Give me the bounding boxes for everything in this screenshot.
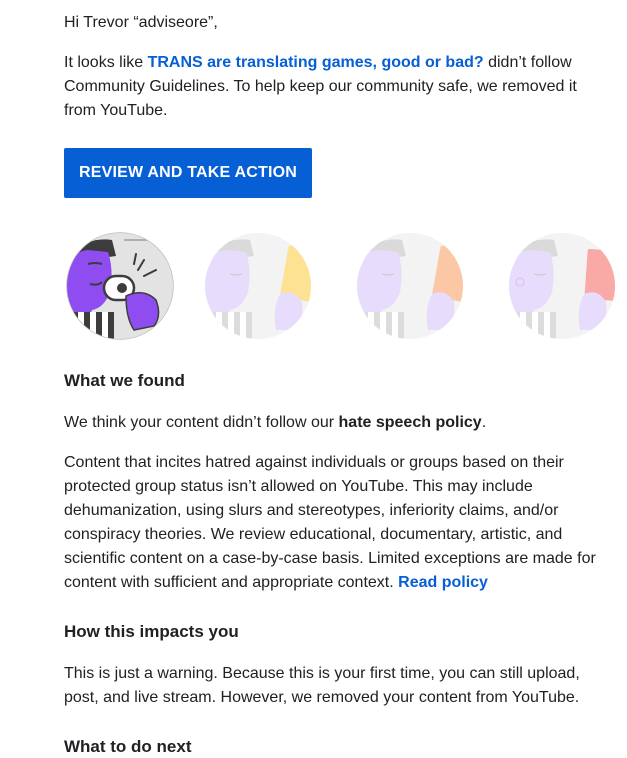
review-and-take-action-button[interactable]: REVIEW AND TAKE ACTION bbox=[64, 148, 312, 198]
policy-name: hate speech policy bbox=[338, 414, 482, 431]
policy-summary: We think your content didn’t follow our … bbox=[64, 411, 486, 435]
impact-text: This is just a warning. Because this is … bbox=[64, 665, 580, 706]
what-to-do-next-heading: What to do next bbox=[64, 737, 192, 756]
how-this-impacts-you-heading: How this impacts you bbox=[64, 622, 239, 641]
policy-details: Content that incites hatred against indi… bbox=[64, 451, 609, 595]
strike-illustrations bbox=[64, 230, 624, 342]
summary-text-after: . bbox=[481, 414, 487, 431]
intro-text-before: It looks like bbox=[64, 54, 148, 71]
orange-card-icon bbox=[357, 233, 463, 339]
intro-paragraph: It looks like TRANS are translating game… bbox=[64, 51, 604, 123]
yellow-card-icon bbox=[205, 233, 311, 339]
referee-whistle-icon bbox=[66, 232, 174, 340]
greeting: Hi Trevor “adviseore”, bbox=[64, 14, 218, 31]
read-policy-link[interactable]: Read policy bbox=[398, 574, 488, 591]
red-card-icon bbox=[509, 233, 615, 339]
what-we-found-heading: What we found bbox=[64, 371, 185, 390]
summary-text-before: We think your content didn’t follow our bbox=[64, 414, 339, 431]
video-title-link[interactable]: TRANS are translating games, good or bad… bbox=[148, 54, 484, 71]
policy-details-text: Content that incites hatred against indi… bbox=[64, 454, 596, 591]
